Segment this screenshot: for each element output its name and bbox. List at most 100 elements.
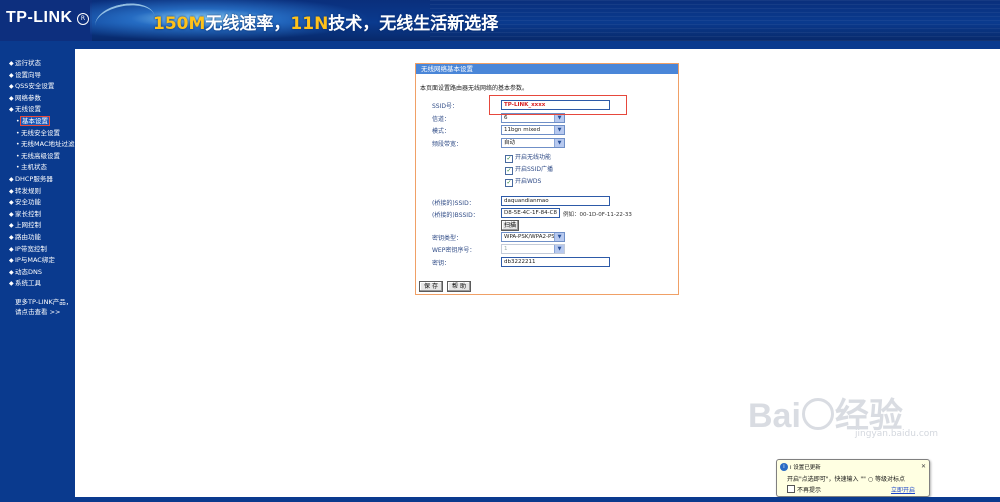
sidebar-item[interactable]: • 无线安全设置 bbox=[0, 128, 75, 140]
bullet-icon: ◆ bbox=[9, 83, 14, 91]
sidebar-item[interactable]: ◆ 安全功能 bbox=[0, 197, 75, 209]
bullet-icon: ◆ bbox=[9, 222, 14, 230]
bullet-icon: • bbox=[16, 152, 20, 160]
toast-message: 开启"点选即可"，快速输入 "" ○ 等级对标点 bbox=[787, 476, 906, 483]
bullet-icon: ◆ bbox=[9, 187, 14, 195]
toast-line1: 开启"点选即可"，快速输入 "" bbox=[787, 476, 866, 483]
save-button[interactable]: 保 存 bbox=[419, 281, 443, 292]
help-button[interactable]: 帮 助 bbox=[447, 281, 471, 292]
slogan-11n: 11N bbox=[290, 14, 329, 34]
sidebar-item[interactable]: ◆ 系统工具 bbox=[0, 278, 75, 290]
sidebar: ◆ 运行状态 ◆ 设置向导 ◆ QSS安全设置 ◆ 网络参数 ◆ 无线设置 • 基本设置 • 无线安全设置… bbox=[0, 49, 75, 502]
sidebar-item-label: 路由功能 bbox=[15, 232, 41, 241]
sidebar-item[interactable]: ◆ 动态DNS bbox=[0, 267, 75, 279]
ssid-label: SSID号： bbox=[432, 103, 459, 110]
paw-icon bbox=[801, 398, 834, 430]
ssid-highlight-box bbox=[489, 95, 627, 115]
bullet-icon: ◆ bbox=[9, 175, 14, 183]
enable-ssid-broadcast-checkbox[interactable]: ✓ 开启SSID广播 bbox=[505, 164, 553, 175]
panel-title: 无线网络基本设置 bbox=[416, 64, 678, 74]
toast-title: i 设置已更新 bbox=[790, 465, 821, 471]
bullet-icon: ◆ bbox=[9, 199, 14, 207]
sidebar-item-label: 运行状态 bbox=[15, 59, 41, 67]
bssid-example: 例如：00-1D-0F-11-22-33 bbox=[563, 212, 632, 218]
close-icon[interactable]: ✕ bbox=[921, 463, 926, 470]
sidebar-item-label: DHCP服务器 bbox=[15, 174, 53, 183]
checkmark-icon: ✓ bbox=[505, 179, 513, 187]
chevron-down-icon: ▼ bbox=[554, 139, 564, 147]
sidebar-item-label: 安全功能 bbox=[15, 198, 41, 207]
toast-checkbox[interactable]: 不再提示 bbox=[787, 485, 821, 494]
sidebar-item-label: 基本设置 bbox=[20, 115, 50, 126]
header-band bbox=[0, 41, 1000, 49]
bullet-icon: • bbox=[16, 141, 20, 149]
channel-label: 信道： bbox=[432, 116, 451, 123]
header-banner: TP-LINK R 150M无线速率，11N技术，无线生活新选择 bbox=[0, 0, 1000, 41]
sidebar-item[interactable]: • 无线MAC地址过滤 bbox=[0, 139, 75, 151]
toast-enable-link[interactable]: 立即开启 bbox=[891, 485, 915, 494]
sidebar-item-label: 系统工具 bbox=[15, 279, 41, 288]
enable-wds-label: 开启WDS bbox=[515, 178, 542, 185]
more-products-link[interactable]: 更多TP-LINK产品， 请点击查看 >> bbox=[15, 297, 72, 317]
bridged-ssid-input[interactable]: daquandianmao bbox=[501, 196, 610, 206]
checkbox-icon bbox=[787, 485, 795, 493]
toast-checkbox-label: 不再提示 bbox=[797, 487, 822, 494]
key-label: 密钥： bbox=[432, 260, 451, 267]
sidebar-item-label: 无线安全设置 bbox=[21, 128, 60, 137]
sidebar-item-label: IP与MAC绑定 bbox=[15, 256, 55, 265]
scan-button[interactable]: 扫描 bbox=[501, 220, 519, 231]
bullet-icon: ◆ bbox=[9, 268, 14, 276]
sidebar-item[interactable]: ◆ QSS安全设置 bbox=[0, 81, 75, 93]
sidebar-item[interactable]: ◆ 网络参数 bbox=[0, 93, 75, 105]
sidebar-item[interactable]: ◆ 无线设置 bbox=[0, 104, 75, 116]
sidebar-item[interactable]: ◆ 运行状态 bbox=[0, 58, 75, 70]
watermark-text-left: Bai bbox=[748, 397, 801, 435]
bullet-icon: ◆ bbox=[9, 71, 14, 79]
bullet-icon: ◆ bbox=[9, 245, 14, 253]
bandwidth-value: 自动 bbox=[504, 140, 516, 146]
bandwidth-label: 频段带宽： bbox=[432, 141, 463, 148]
bullet-icon: ◆ bbox=[9, 257, 14, 265]
sidebar-item[interactable]: ◆ IP与MAC绑定 bbox=[0, 255, 75, 267]
sidebar-item[interactable]: • 无线高级设置 bbox=[0, 151, 75, 163]
sidebar-item-label: 无线设置 bbox=[15, 105, 41, 114]
sidebar-menu: ◆ 运行状态 ◆ 设置向导 ◆ QSS安全设置 ◆ 网络参数 ◆ 无线设置 • 基本设置 • 无线安全设置… bbox=[0, 49, 75, 290]
banner-stripes bbox=[430, 0, 1000, 41]
toast-option: 等级对标点 bbox=[875, 476, 906, 483]
watermark-url: jingyan.baidu.com bbox=[855, 429, 939, 439]
mode-select[interactable]: 11bgn mixed ▼ bbox=[501, 125, 565, 135]
sidebar-item[interactable]: ◆ 转发规则 bbox=[0, 186, 75, 198]
key-type-select[interactable]: WPA-PSK/WPA2-PSK ▼ bbox=[501, 232, 565, 242]
bridged-bssid-input[interactable]: D8-5E-4C-1F-84-C8 bbox=[501, 208, 560, 218]
enable-wireless-label: 开启无线功能 bbox=[515, 154, 552, 161]
sidebar-item[interactable]: • 主机状态 bbox=[0, 162, 75, 174]
sidebar-item[interactable]: ◆ 路由功能 bbox=[0, 232, 75, 244]
bullet-icon: • bbox=[16, 164, 20, 172]
key-type-label: 密钥类型： bbox=[432, 235, 463, 242]
sidebar-item[interactable]: ◆ IP带宽控制 bbox=[0, 244, 75, 256]
sidebar-item-label: 转发规则 bbox=[15, 186, 41, 195]
sidebar-item-label: 网络参数 bbox=[15, 93, 41, 102]
sidebar-item[interactable]: ◆ 设置向导 bbox=[0, 70, 75, 82]
chevron-down-icon: ▼ bbox=[554, 245, 564, 253]
sidebar-item[interactable]: ◆ 家长控制 bbox=[0, 209, 75, 221]
notification-toast: i i 设置已更新 ✕ 开启"点选即可"，快速输入 "" ○ 等级对标点 不再提… bbox=[776, 459, 930, 497]
panel-description: 本页面设置路由器无线网络的基本参数。 bbox=[420, 85, 529, 92]
enable-wireless-checkbox[interactable]: ✓ 开启无线功能 bbox=[505, 152, 551, 163]
sidebar-item[interactable]: • 基本设置 bbox=[0, 115, 75, 128]
enable-wds-checkbox[interactable]: ✓ 开启WDS bbox=[505, 176, 541, 187]
bridged-ssid-label: (桥接的)SSID： bbox=[432, 200, 475, 207]
key-input[interactable]: db3222211 bbox=[501, 257, 610, 267]
sidebar-item-label: 无线高级设置 bbox=[21, 151, 60, 160]
bullet-icon: ◆ bbox=[9, 233, 14, 241]
wep-index-select[interactable]: 1 ▼ bbox=[501, 244, 565, 254]
sidebar-item-label: 设置向导 bbox=[15, 70, 41, 79]
more-products-line1: 更多TP-LINK产品， bbox=[15, 298, 73, 306]
more-products-line2: 请点击查看 >> bbox=[15, 308, 61, 316]
channel-value: 6 bbox=[504, 115, 508, 121]
sidebar-item-label: 家长控制 bbox=[15, 209, 41, 218]
sidebar-item[interactable]: ◆ 上网控制 bbox=[0, 220, 75, 232]
logo-text: TP-LINK bbox=[6, 9, 73, 26]
bandwidth-select[interactable]: 自动 ▼ bbox=[501, 138, 565, 148]
sidebar-item[interactable]: ◆ DHCP服务器 bbox=[0, 174, 75, 186]
